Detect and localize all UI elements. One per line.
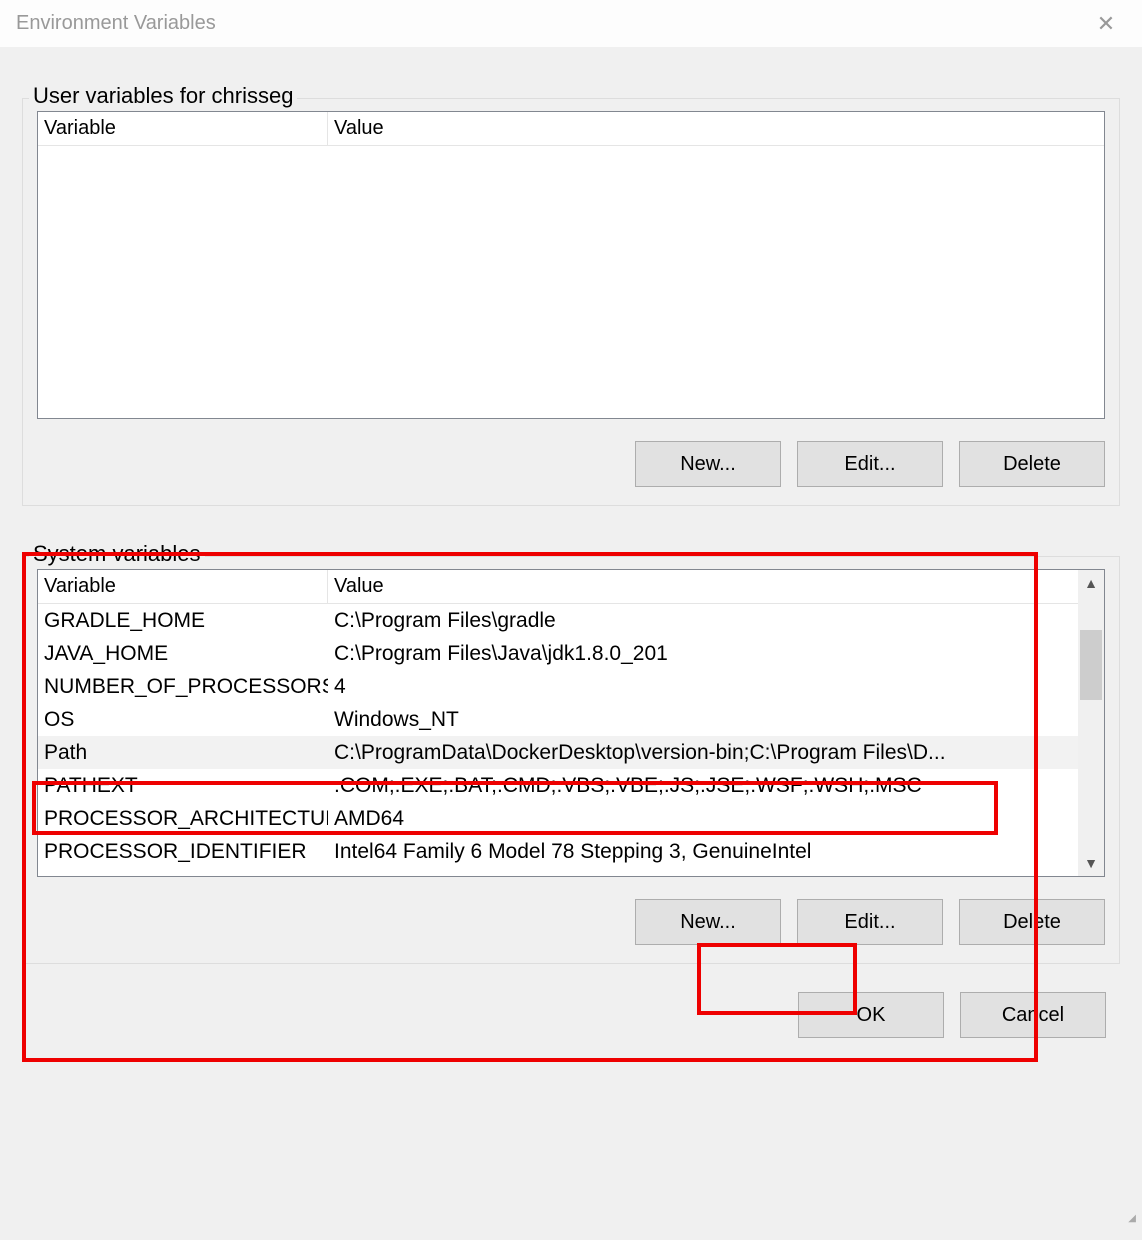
sys-delete-button[interactable]: Delete: [959, 899, 1105, 945]
table-row[interactable]: NUMBER_OF_PROCESSORS4: [38, 670, 1078, 703]
table-row[interactable]: OSWindows_NT: [38, 703, 1078, 736]
row-value: Windows_NT: [328, 708, 1078, 732]
table-row[interactable]: PROCESSOR_ARCHITECTUREAMD64: [38, 802, 1078, 835]
cancel-button[interactable]: Cancel: [960, 992, 1106, 1038]
user-button-row: New... Edit... Delete: [37, 441, 1105, 487]
ok-button[interactable]: OK: [798, 992, 944, 1038]
dialog-content: User variables for chrisseg Variable Val…: [0, 48, 1142, 974]
row-variable: OS: [38, 708, 328, 732]
row-variable: PROCESSOR_ARCHITECTURE: [38, 807, 328, 831]
scroll-down-icon[interactable]: ▼: [1078, 850, 1104, 876]
user-new-button[interactable]: New...: [635, 441, 781, 487]
row-value: C:\ProgramData\DockerDesktop\version-bin…: [328, 741, 1078, 765]
table-row[interactable]: PROCESSOR_IDENTIFIERIntel64 Family 6 Mod…: [38, 835, 1078, 868]
row-value: Intel64 Family 6 Model 78 Stepping 3, Ge…: [328, 840, 1078, 864]
user-variables-legend: User variables for chrisseg: [29, 83, 297, 109]
user-col-value[interactable]: Value: [328, 112, 1104, 145]
row-variable: PROCESSOR_IDENTIFIER: [38, 840, 328, 864]
row-value: 4: [328, 675, 1078, 699]
row-value: AMD64: [328, 807, 1078, 831]
sys-new-button[interactable]: New...: [635, 899, 781, 945]
sys-scrollbar[interactable]: ▲ ▼: [1078, 570, 1104, 876]
scroll-thumb[interactable]: [1080, 630, 1102, 700]
sys-col-value[interactable]: Value: [328, 570, 1078, 603]
sys-edit-button[interactable]: Edit...: [797, 899, 943, 945]
user-variables-listbox[interactable]: Variable Value: [37, 111, 1105, 419]
row-variable: PATHEXT: [38, 774, 328, 798]
table-row[interactable]: JAVA_HOMEC:\Program Files\Java\jdk1.8.0_…: [38, 637, 1078, 670]
table-row[interactable]: PATHEXT.COM;.EXE;.BAT;.CMD;.VBS;.VBE;.JS…: [38, 769, 1078, 802]
system-variables-group: System variables Variable Value GRADLE_H…: [22, 556, 1120, 964]
user-list-header: Variable Value: [38, 112, 1104, 146]
sys-col-variable[interactable]: Variable: [38, 570, 328, 603]
user-col-variable[interactable]: Variable: [38, 112, 328, 145]
user-delete-button[interactable]: Delete: [959, 441, 1105, 487]
scroll-up-icon[interactable]: ▲: [1078, 570, 1104, 596]
row-value: .COM;.EXE;.BAT;.CMD;.VBS;.VBE;.JS;.JSE;.…: [328, 774, 1078, 798]
user-variables-group: User variables for chrisseg Variable Val…: [22, 98, 1120, 506]
window-title: Environment Variables: [16, 12, 216, 35]
resize-grip-icon[interactable]: ◢: [1118, 1216, 1136, 1234]
row-value: C:\Program Files\gradle: [328, 609, 1078, 633]
row-variable: Path: [38, 741, 328, 765]
dialog-bottom-row: OK Cancel: [0, 974, 1142, 1048]
system-variables-listbox[interactable]: Variable Value GRADLE_HOMEC:\Program Fil…: [37, 569, 1105, 877]
row-variable: NUMBER_OF_PROCESSORS: [38, 675, 328, 699]
row-variable: JAVA_HOME: [38, 642, 328, 666]
row-variable: GRADLE_HOME: [38, 609, 328, 633]
sys-button-row: New... Edit... Delete: [37, 899, 1105, 945]
table-row[interactable]: PathC:\ProgramData\DockerDesktop\version…: [38, 736, 1078, 769]
sys-rows: GRADLE_HOMEC:\Program Files\gradleJAVA_H…: [38, 604, 1078, 876]
row-value: C:\Program Files\Java\jdk1.8.0_201: [328, 642, 1078, 666]
close-icon[interactable]: ✕: [1086, 11, 1126, 37]
titlebar: Environment Variables ✕: [0, 0, 1142, 48]
user-edit-button[interactable]: Edit...: [797, 441, 943, 487]
table-row[interactable]: GRADLE_HOMEC:\Program Files\gradle: [38, 604, 1078, 637]
system-variables-legend: System variables: [29, 541, 205, 567]
sys-list-header: Variable Value: [38, 570, 1078, 604]
